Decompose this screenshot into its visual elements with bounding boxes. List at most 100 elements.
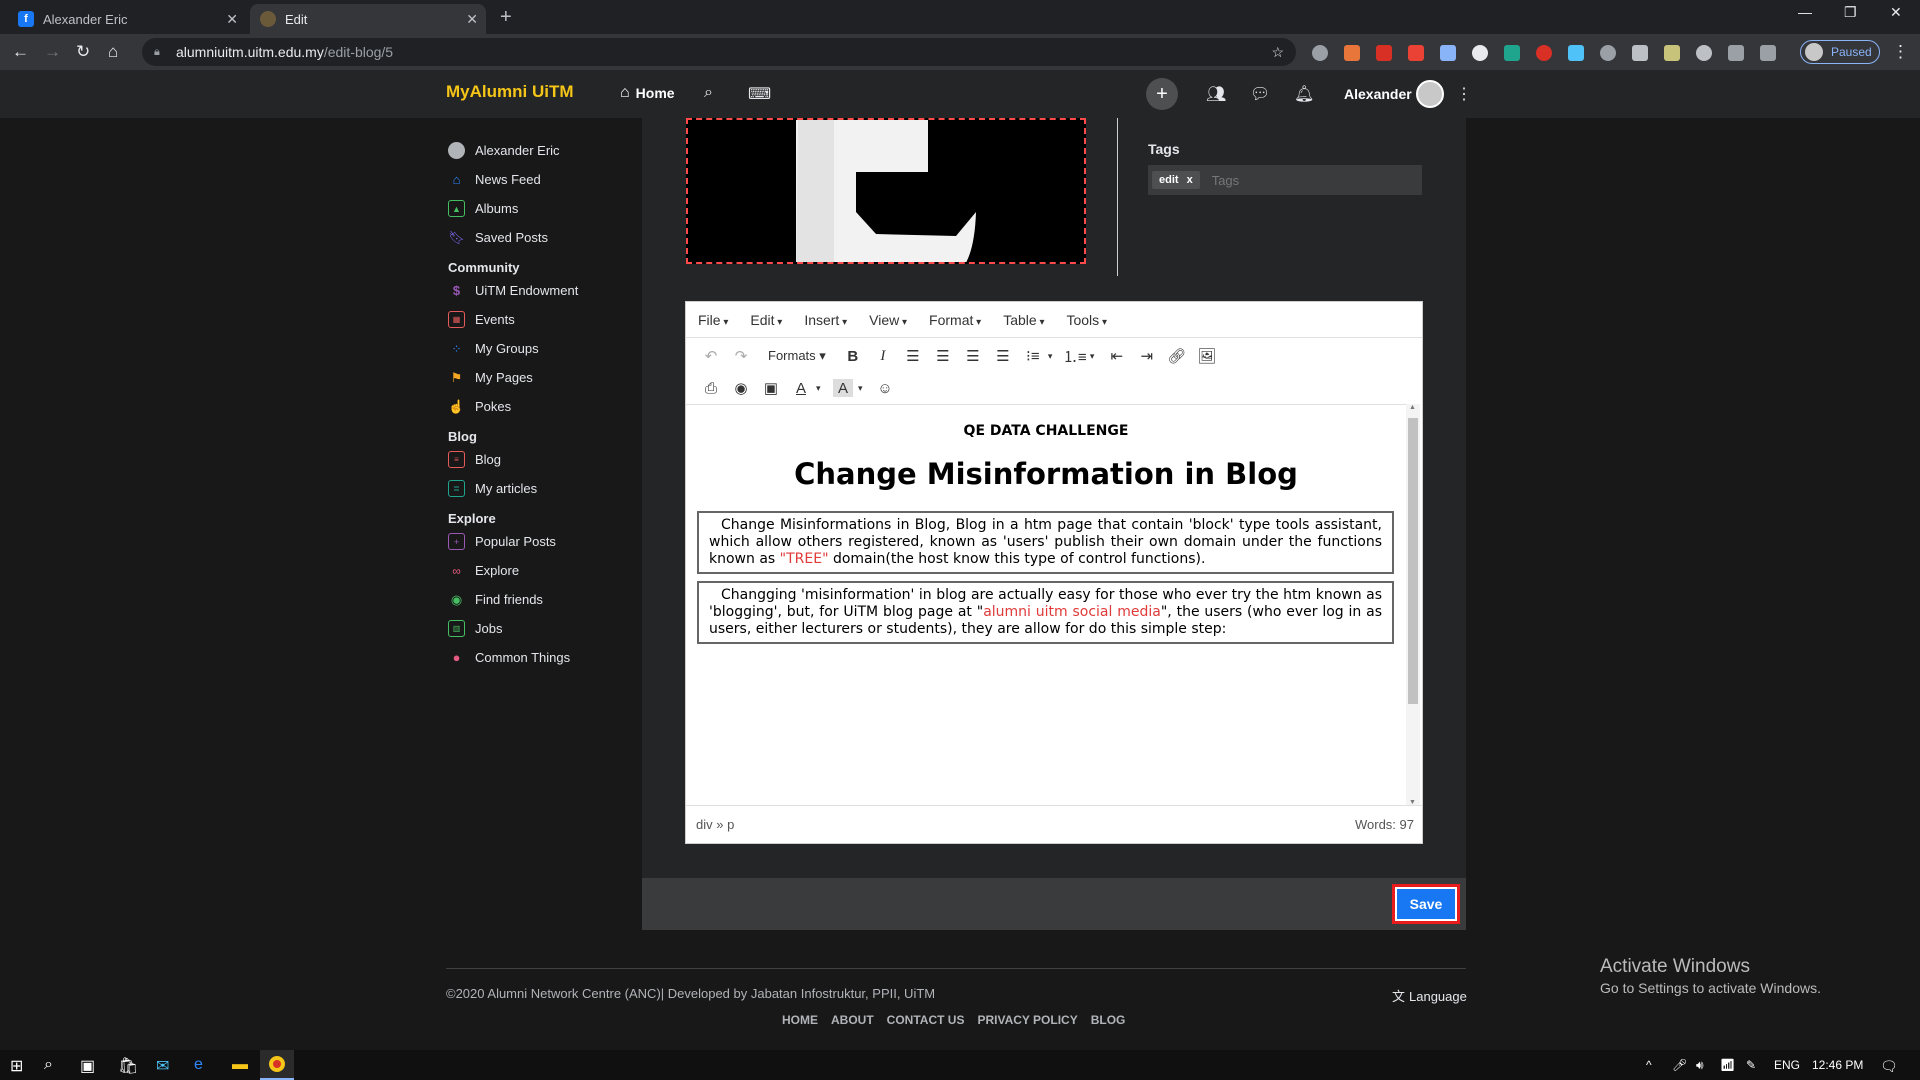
menu-format[interactable]: Format <box>929 312 981 328</box>
extension-icon[interactable] <box>1536 45 1552 61</box>
extension-icon[interactable] <box>1440 45 1456 61</box>
pen-icon[interactable]: ✎ <box>1746 1058 1756 1072</box>
undo-icon[interactable]: ↶ <box>696 343 726 369</box>
extension-icon[interactable] <box>1664 45 1680 61</box>
tab-edit[interactable]: Edit ✕ <box>250 4 486 34</box>
browser-menu-icon[interactable]: ⋮ <box>1892 42 1909 62</box>
print-icon[interactable]: ⎙ <box>696 375 726 401</box>
menu-view[interactable]: View <box>869 312 907 328</box>
store-icon[interactable]: 🛍︎ <box>118 1056 138 1076</box>
search-icon[interactable]: ⌕ <box>704 84 713 102</box>
background-color-icon[interactable]: A <box>833 379 853 397</box>
numbered-list-icon[interactable]: ⒈≡ <box>1060 343 1090 369</box>
sidebar-item-explore[interactable]: ∞ Explore <box>448 556 648 585</box>
profile-button[interactable]: Paused <box>1800 40 1880 64</box>
footer-link-about[interactable]: ABOUT <box>831 1013 874 1027</box>
menu-tools[interactable]: Tools <box>1066 312 1107 328</box>
create-button[interactable]: + <box>1146 78 1178 110</box>
volume-icon[interactable]: 🔊︎ <box>1696 1058 1704 1073</box>
sidebar-item-events[interactable]: ▦ Events <box>448 305 648 334</box>
emoticons-icon[interactable]: ☺ <box>870 375 900 401</box>
indent-icon[interactable]: ⇥ <box>1132 343 1162 369</box>
preview-icon[interactable]: ◉ <box>726 375 756 401</box>
close-tab-icon[interactable]: ✕ <box>466 11 478 28</box>
task-view-icon[interactable]: ▣ <box>80 1056 95 1076</box>
tab-alexander-eric[interactable]: f Alexander Eric ✕ <box>8 4 246 34</box>
tray-chevron-icon[interactable]: ^ <box>1646 1058 1652 1072</box>
clock[interactable]: 12:46 PM <box>1812 1058 1863 1072</box>
sidebar-item-pokes[interactable]: ☝ Pokes <box>448 392 648 421</box>
numbered-list-caret-icon[interactable]: ▾ <box>1090 351 1102 362</box>
microphone-icon[interactable]: 🎤︎ <box>1672 1058 1687 1072</box>
cover-image-dropzone[interactable] <box>686 118 1086 264</box>
friends-icon[interactable]: 👥︎ <box>1206 84 1226 104</box>
address-bar[interactable]: 🔒︎ alumniuitm.uitm.edu.my/edit-blog/5 ☆ <box>142 38 1296 66</box>
redo-icon[interactable]: ↷ <box>726 343 756 369</box>
tags-input[interactable] <box>1211 172 1362 188</box>
bullet-list-caret-icon[interactable]: ▾ <box>1048 351 1060 362</box>
sidebar-item-my-articles[interactable]: ≣ My articles <box>448 474 648 503</box>
extension-icon[interactable] <box>1408 45 1424 61</box>
header-avatar[interactable] <box>1416 80 1444 108</box>
sidebar-item-saved-posts[interactable]: 🔖︎ Saved Posts <box>448 223 648 252</box>
formats-dropdown[interactable]: Formats ▾ <box>768 348 826 364</box>
sidebar-item-my-pages[interactable]: ⚑ My Pages <box>448 363 648 392</box>
input-language[interactable]: ENG <box>1774 1058 1800 1072</box>
save-button[interactable]: Save <box>1397 889 1455 919</box>
bold-icon[interactable]: B <box>838 343 868 369</box>
footer-link-home[interactable]: HOME <box>782 1013 818 1027</box>
notifications-icon[interactable]: 🔔︎ <box>1294 84 1314 104</box>
extension-icon[interactable] <box>1504 45 1520 61</box>
sidebar-item-albums[interactable]: ▲ Albums <box>448 194 648 223</box>
sidebar-item-jobs[interactable]: ▥ Jobs <box>448 614 648 643</box>
site-logo[interactable]: MyAlumni UiTM <box>446 82 574 102</box>
back-icon[interactable]: ← <box>12 42 29 62</box>
search-icon[interactable]: ⌕ <box>44 1056 53 1074</box>
extension-icon[interactable] <box>1568 45 1584 61</box>
menu-edit[interactable]: Edit <box>750 312 782 328</box>
close-window-icon[interactable]: ✕ <box>1890 4 1902 21</box>
extension-icon[interactable] <box>1728 45 1744 61</box>
messages-icon[interactable]: 💬︎ <box>1250 84 1270 104</box>
link-icon[interactable]: 🔗︎ <box>1162 343 1192 369</box>
close-tab-icon[interactable]: ✕ <box>226 11 238 28</box>
text-color-icon[interactable]: A <box>786 375 816 401</box>
extension-icon[interactable] <box>1760 45 1776 61</box>
sidebar-item-common-things[interactable]: ● Common Things <box>448 643 648 672</box>
image-icon[interactable]: 🖼︎ <box>1192 343 1222 369</box>
mail-icon[interactable]: ✉ <box>156 1056 169 1076</box>
media-icon[interactable]: ▣ <box>756 375 786 401</box>
sidebar-item-profile[interactable]: Alexander Eric <box>448 136 648 165</box>
footer-link-blog[interactable]: BLOG <box>1091 1013 1126 1027</box>
sidebar-item-my-groups[interactable]: ⁘ My Groups <box>448 334 648 363</box>
minimize-icon[interactable]: — <box>1798 4 1812 20</box>
menu-file[interactable]: File <box>698 312 728 328</box>
tags-field[interactable]: edit x <box>1148 165 1422 195</box>
editor-scrollbar[interactable]: ▲ ▼ <box>1406 404 1420 806</box>
align-center-icon[interactable]: ☰ <box>928 343 958 369</box>
scrollbar-thumb[interactable] <box>1408 418 1418 704</box>
chrome-taskbar-button[interactable] <box>260 1050 294 1080</box>
restore-icon[interactable]: ❐ <box>1844 4 1857 21</box>
tag-chip[interactable]: edit x <box>1152 171 1200 189</box>
keyboard-icon[interactable]: ⌨ <box>748 84 771 104</box>
paragraph-block-1[interactable]: Change Misinformations in Blog, Blog in … <box>697 511 1394 574</box>
footer-link-contact[interactable]: CONTACT US <box>887 1013 965 1027</box>
editor-content[interactable]: QE DATA CHALLENGE Change Misinformation … <box>686 404 1406 806</box>
sidebar-item-news-feed[interactable]: ⌂ News Feed <box>448 165 648 194</box>
align-justify-icon[interactable]: ☰ <box>988 343 1018 369</box>
menu-insert[interactable]: Insert <box>804 312 847 328</box>
text-color-caret-icon[interactable]: ▾ <box>816 383 828 394</box>
extension-icon[interactable] <box>1472 45 1488 61</box>
footer-link-privacy[interactable]: PRIVACY POLICY <box>977 1013 1077 1027</box>
home-link[interactable]: ⌂ Home <box>620 84 675 102</box>
edge-icon[interactable]: e <box>194 1056 203 1074</box>
more-menu-icon[interactable]: ⋮ <box>1456 84 1472 104</box>
menu-table[interactable]: Table <box>1003 312 1044 328</box>
outdent-icon[interactable]: ⇤ <box>1102 343 1132 369</box>
bookmark-star-icon[interactable]: ☆ <box>1271 44 1284 61</box>
italic-icon[interactable]: I <box>868 343 898 369</box>
reload-icon[interactable]: ↻ <box>76 42 90 62</box>
sidebar-item-popular-posts[interactable]: + Popular Posts <box>448 527 648 556</box>
sidebar-item-endowment[interactable]: $ UiTM Endowment <box>448 276 648 305</box>
